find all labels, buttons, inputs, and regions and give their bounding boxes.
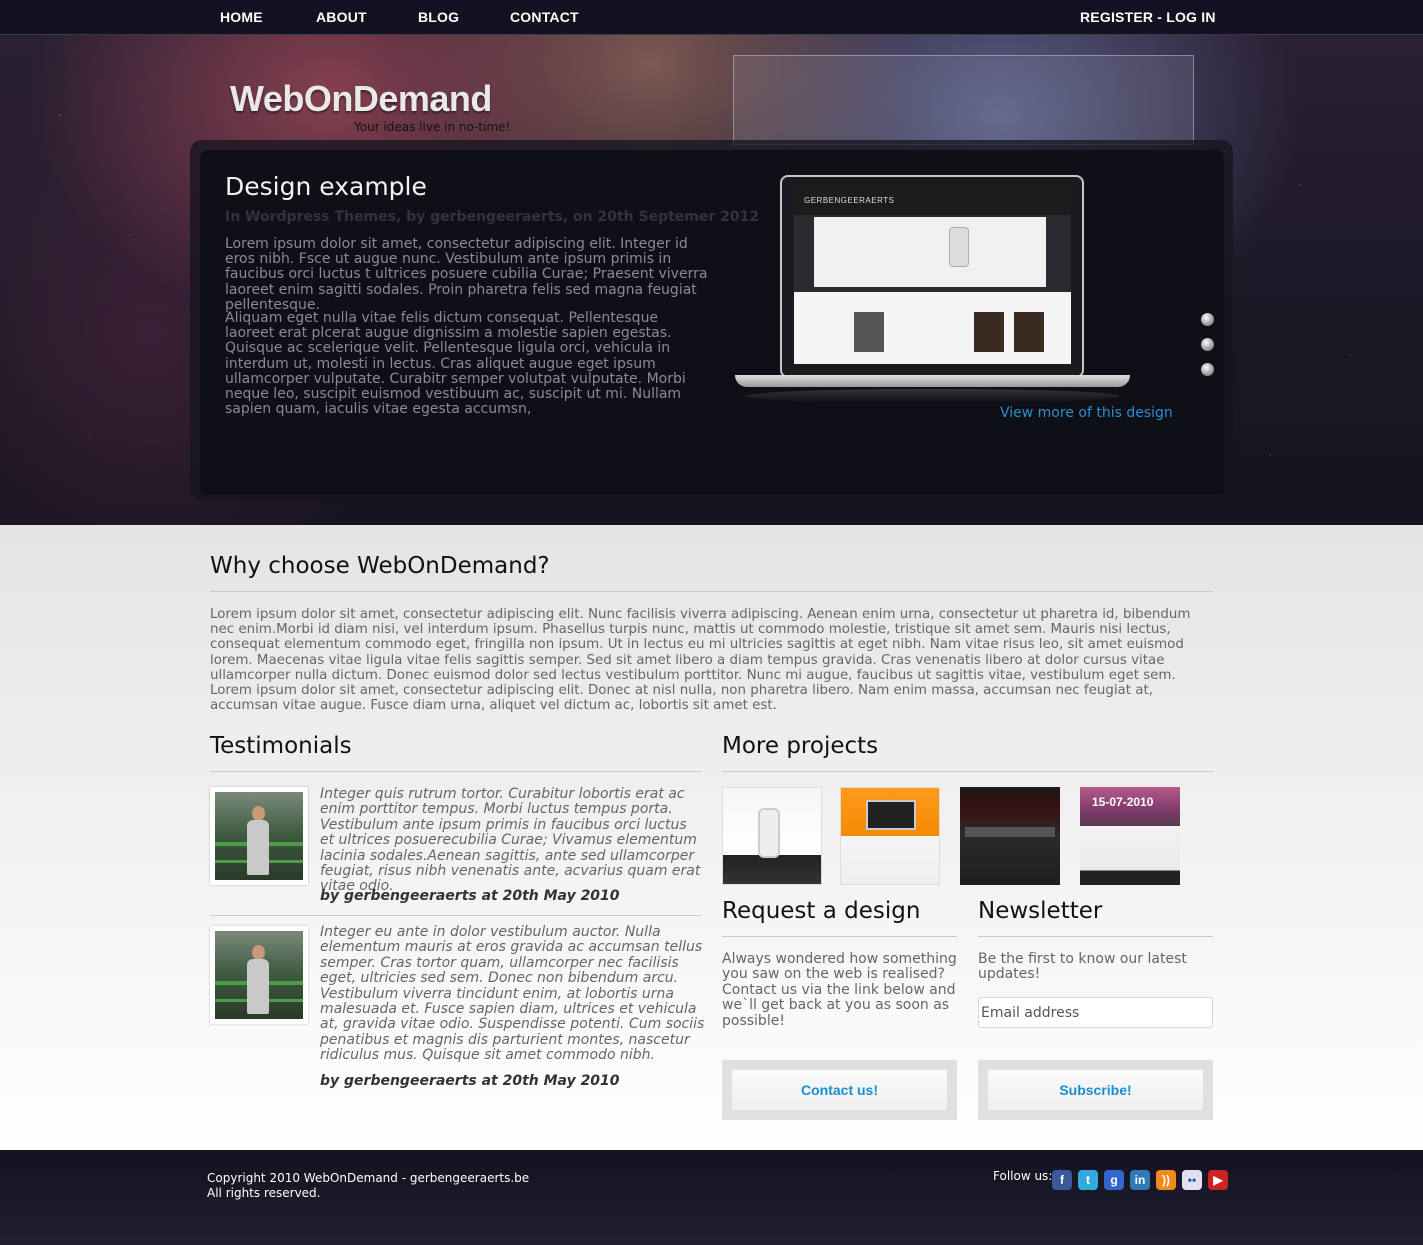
projects-heading: More projects <box>722 733 879 759</box>
laptop-mockup-image: GERBENGEERAERTS <box>735 175 1130 405</box>
register-login-link[interactable]: REGISTER - LOG IN <box>1080 9 1216 25</box>
feature-paragraph: Lorem ipsum dolor sit amet, consectetur … <box>225 236 708 313</box>
slider-dot-icon[interactable] <box>1201 313 1214 326</box>
newsletter-heading: Newsletter <box>978 898 1103 924</box>
header-ad-box <box>733 55 1194 145</box>
contact-button-frame: Contact us! <box>722 1060 957 1120</box>
newsletter-text: Be the first to know our latest updates! <box>978 951 1187 983</box>
rss-icon[interactable]: )) <box>1156 1170 1176 1190</box>
nav-blog-link[interactable]: BLOG <box>418 9 459 25</box>
divider <box>210 915 701 916</box>
feature-title: Design example <box>225 172 427 201</box>
laptop-reflection <box>745 389 1120 403</box>
slider-dot-icon[interactable] <box>1201 363 1214 376</box>
feature-meta: In Wordpress Themes, by gerbengeeraerts,… <box>225 209 760 225</box>
project-thumbnail[interactable] <box>840 787 940 885</box>
testimonial-quote: Integer eu ante in dolor vestibulum auct… <box>320 924 705 1064</box>
why-heading: Why choose WebOnDemand? <box>210 553 550 579</box>
copyright-line: Copyright 2010 WebOnDemand - gerbengeera… <box>207 1171 530 1185</box>
screen-logo: GERBENGEERAERTS <box>804 196 895 205</box>
site-logo[interactable]: WebOnDemand <box>230 78 492 120</box>
nav-about-link[interactable]: ABOUT <box>316 9 367 25</box>
project-thumbnail[interactable]: 15-07-2010 <box>1080 787 1180 885</box>
why-text: Lorem ipsum dolor sit amet, consectetur … <box>210 607 1191 714</box>
contact-button[interactable]: Contact us! <box>732 1070 947 1110</box>
view-more-link[interactable]: View more of this design <box>1000 405 1173 421</box>
subscribe-button-frame: Subscribe! <box>978 1060 1213 1120</box>
slider-dot-icon[interactable] <box>1201 338 1214 351</box>
google-icon[interactable]: g <box>1104 1170 1124 1190</box>
email-field[interactable] <box>978 997 1213 1028</box>
avatar <box>210 787 308 885</box>
flickr-icon[interactable]: •• <box>1182 1170 1202 1190</box>
site-tagline: Your ideas live in no-time! <box>354 120 511 134</box>
twitter-icon[interactable]: t <box>1078 1170 1098 1190</box>
testimonials-heading: Testimonials <box>210 733 352 759</box>
screen-hero <box>814 217 1046 287</box>
laptop-lid: GERBENGEERAERTS <box>780 175 1084 378</box>
nav-home-link[interactable]: HOME <box>220 9 263 25</box>
project-date: 15-07-2010 <box>1092 795 1154 809</box>
phone-icon <box>949 227 969 267</box>
divider <box>210 771 701 772</box>
testimonial-quote: Integer quis rutrum tortor. Curabitur lo… <box>320 786 701 895</box>
project-thumbnail[interactable] <box>722 787 822 885</box>
divider <box>722 771 1213 772</box>
nav-contact-link[interactable]: CONTACT <box>510 9 579 25</box>
testimonial-author: by gerbengeeraerts at 20th May 2010 <box>320 888 620 904</box>
rights-line: All rights reserved. <box>207 1185 321 1200</box>
divider <box>978 936 1213 937</box>
screen-thumb <box>854 312 884 352</box>
divider <box>210 591 1213 592</box>
request-text: Always wondered how something you saw on… <box>722 951 957 1029</box>
screen-thumb <box>1014 312 1044 352</box>
subscribe-button[interactable]: Subscribe! <box>988 1070 1203 1110</box>
feature-paragraph: Aliquam eget nulla vitae felis dictum co… <box>225 310 686 418</box>
follow-us-label: Follow us: <box>993 1169 1053 1183</box>
divider <box>722 936 957 937</box>
laptop-base <box>735 375 1130 387</box>
top-navigation: HOME ABOUT BLOG CONTACT REGISTER - LOG I… <box>0 0 1423 35</box>
laptop-screen: GERBENGEERAERTS <box>794 187 1071 364</box>
copyright-text: Copyright 2010 WebOnDemand - gerbengeera… <box>207 1171 529 1200</box>
linkedin-icon[interactable]: in <box>1130 1170 1150 1190</box>
request-heading: Request a design <box>722 898 921 924</box>
avatar <box>210 926 308 1024</box>
screen-thumb <box>974 312 1004 352</box>
screen-header: GERBENGEERAERTS <box>794 187 1071 215</box>
testimonial-author: by gerbengeeraerts at 20th May 2010 <box>320 1073 620 1089</box>
facebook-icon[interactable]: f <box>1052 1170 1072 1190</box>
project-thumbnail[interactable] <box>960 787 1060 885</box>
youtube-icon[interactable]: ▶ <box>1208 1170 1228 1190</box>
